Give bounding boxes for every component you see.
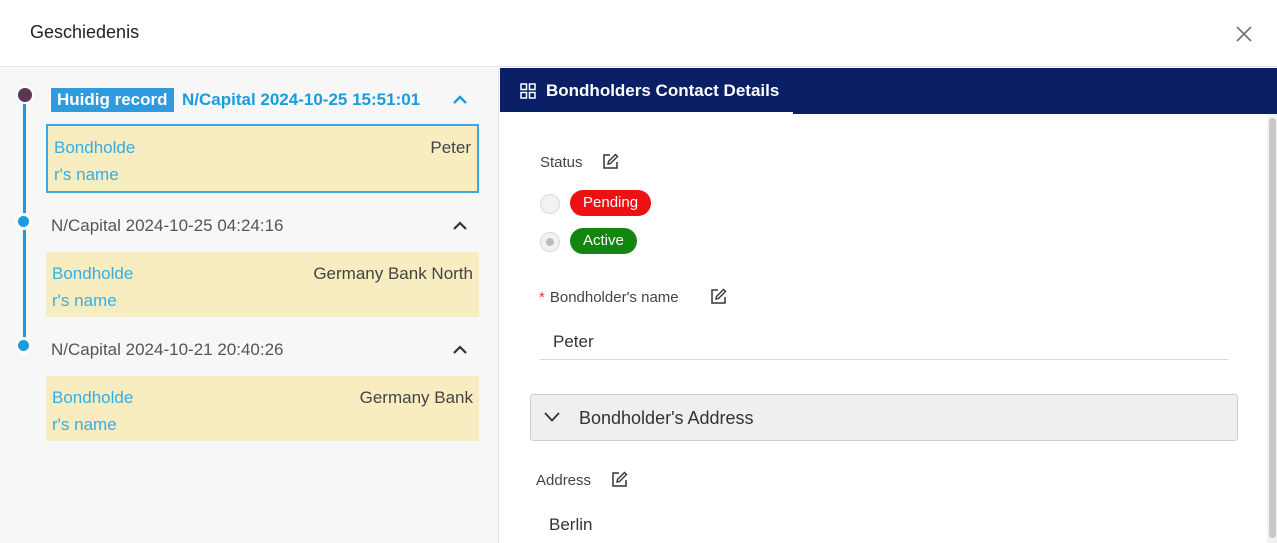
tab-label: Bondholders Contact Details bbox=[546, 81, 780, 100]
chevron-up-icon[interactable] bbox=[451, 342, 469, 358]
history-card[interactable]: Bondholde r's name Germany Bank bbox=[46, 376, 479, 441]
status-pill-pending: Pending bbox=[570, 190, 652, 216]
history-entry-current-header[interactable]: Huidig record N/Capital 2024-10-25 15:51… bbox=[51, 88, 481, 112]
bondholder-address-section-header[interactable]: Bondholder's Address bbox=[530, 394, 1238, 441]
details-panel: Bondholders Contact Details Status Pendi… bbox=[500, 68, 1277, 543]
edit-icon[interactable] bbox=[611, 471, 628, 488]
scrollbar[interactable] bbox=[1267, 114, 1277, 543]
history-field-label: Bondholde r's name bbox=[52, 388, 134, 434]
address-value[interactable]: Berlin bbox=[549, 515, 592, 535]
edit-icon[interactable] bbox=[710, 288, 727, 305]
dialog-header: Geschiedenis bbox=[0, 0, 1277, 67]
timeline-dot-current bbox=[16, 86, 34, 104]
scrollbar-thumb[interactable] bbox=[1269, 118, 1276, 538]
bondholder-name-value[interactable]: Peter bbox=[553, 332, 594, 352]
status-label: Status bbox=[540, 154, 583, 171]
address-label: Address bbox=[536, 472, 592, 489]
history-field-value: Peter bbox=[430, 138, 471, 157]
section-title: Bondholder's Address bbox=[579, 408, 754, 428]
history-card-current[interactable]: Bondholde r's name Peter bbox=[46, 124, 479, 193]
required-mark: * bbox=[539, 289, 545, 306]
history-entry-title: N/Capital 2024-10-21 20:40:26 bbox=[51, 340, 284, 359]
chevron-up-icon[interactable] bbox=[451, 92, 469, 108]
history-field-value: Germany Bank North bbox=[313, 264, 473, 283]
history-card[interactable]: Bondholde r's name Germany Bank North bbox=[46, 252, 479, 317]
status-pill-active: Active bbox=[570, 228, 637, 254]
tab-bondholders-contact-details[interactable]: Bondholders Contact Details bbox=[500, 68, 793, 114]
history-entry-header[interactable]: N/Capital 2024-10-25 04:24:16 bbox=[51, 214, 481, 238]
chevron-down-icon bbox=[544, 412, 560, 422]
history-entry-title: N/Capital 2024-10-25 04:24:16 bbox=[51, 216, 284, 235]
tab-bar: Bondholders Contact Details bbox=[500, 68, 1277, 114]
timeline-dot bbox=[15, 213, 32, 230]
status-radio-active[interactable] bbox=[540, 232, 560, 252]
history-panel: Huidig record N/Capital 2024-10-25 15:51… bbox=[0, 68, 499, 543]
grid-icon bbox=[520, 83, 536, 99]
chevron-up-icon[interactable] bbox=[451, 218, 469, 234]
history-field-label: Bondholde r's name bbox=[54, 138, 136, 184]
edit-icon[interactable] bbox=[602, 153, 619, 170]
dialog-title: Geschiedenis bbox=[30, 22, 140, 42]
current-record-badge: Huidig record bbox=[51, 88, 174, 112]
history-entry-header[interactable]: N/Capital 2024-10-21 20:40:26 bbox=[51, 338, 481, 362]
history-field-label: Bondholde r's name bbox=[52, 264, 134, 310]
field-underline bbox=[540, 359, 1228, 360]
history-entry-title: N/Capital 2024-10-25 15:51:01 bbox=[182, 90, 421, 109]
timeline-dot bbox=[15, 337, 32, 354]
close-icon[interactable] bbox=[1231, 21, 1257, 47]
bondholder-name-label: * Bondholder's name bbox=[539, 289, 679, 306]
status-radio-pending[interactable] bbox=[540, 194, 560, 214]
history-field-value: Germany Bank bbox=[359, 388, 473, 407]
